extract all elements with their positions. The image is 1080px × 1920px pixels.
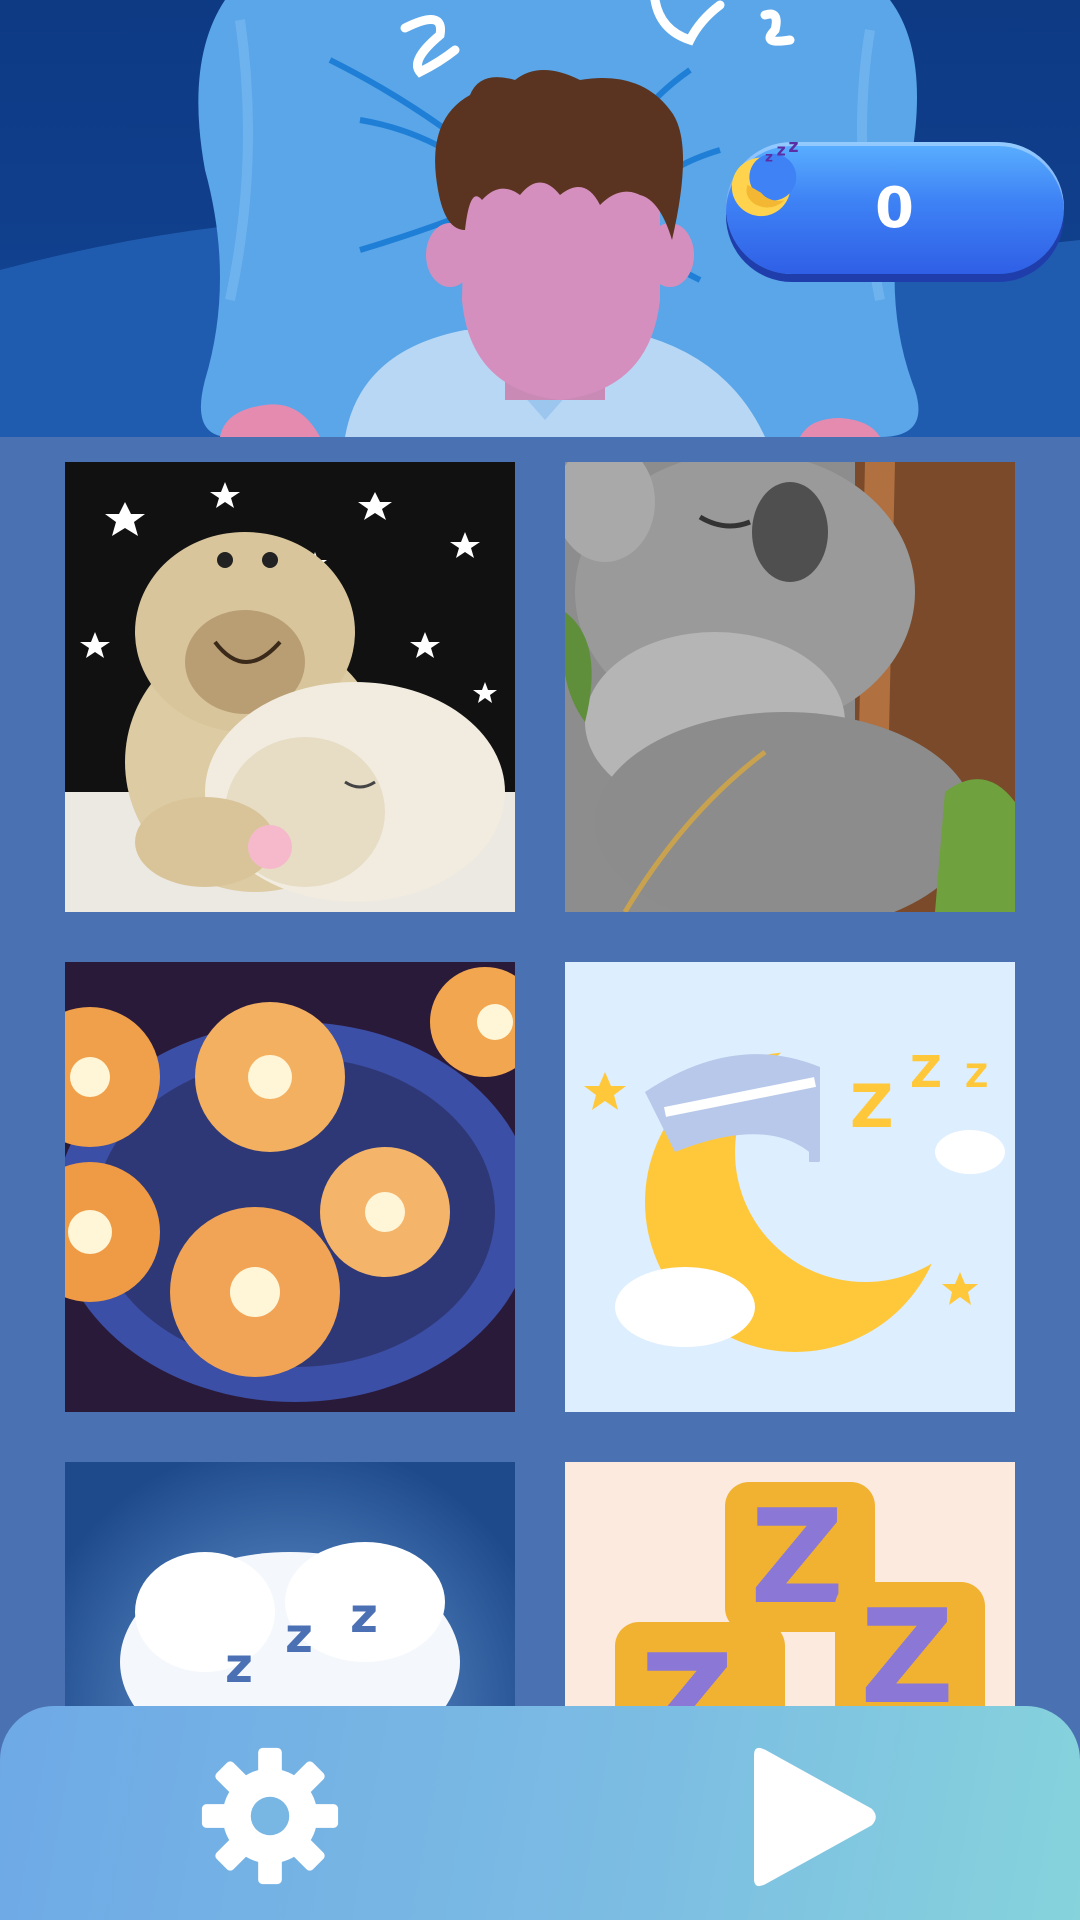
bottom-bar <box>0 1706 1080 1920</box>
play-button[interactable] <box>740 1744 880 1890</box>
svg-text:Z: Z <box>910 1047 942 1098</box>
svg-text:Z: Z <box>750 1481 844 1633</box>
lotus-candles-image <box>65 962 515 1412</box>
sleep-image-grid: Z Z Z z z z Z Z Z <box>65 462 1015 1912</box>
svg-text:Z: Z <box>850 1072 894 1142</box>
sleep-score-badge: 0 z z z <box>726 142 1064 274</box>
header-illustration: 0 z z z <box>0 0 1080 437</box>
svg-text:z: z <box>765 150 773 166</box>
tile-moon-zzz[interactable]: Z Z Z <box>565 962 1015 1412</box>
sheep-plush-image <box>65 462 515 912</box>
tile-koala[interactable] <box>565 462 1015 912</box>
svg-text:z: z <box>788 142 798 157</box>
svg-text:z: z <box>285 1608 313 1664</box>
gear-icon <box>201 1747 339 1885</box>
svg-text:z: z <box>350 1588 378 1644</box>
sleeping-moon-icon: z z z <box>731 142 799 217</box>
svg-text:Z: Z <box>965 1057 988 1095</box>
moon-zzz-image: Z Z Z <box>565 962 1015 1412</box>
svg-text:z: z <box>777 142 786 160</box>
tile-sheep-plush[interactable] <box>65 462 515 912</box>
score-value: 0 <box>875 175 915 241</box>
play-icon <box>754 1747 876 1887</box>
koala-image <box>565 462 1015 912</box>
tile-lotus-candles[interactable] <box>65 962 515 1412</box>
settings-button[interactable] <box>196 1742 344 1890</box>
svg-text:z: z <box>225 1638 253 1694</box>
